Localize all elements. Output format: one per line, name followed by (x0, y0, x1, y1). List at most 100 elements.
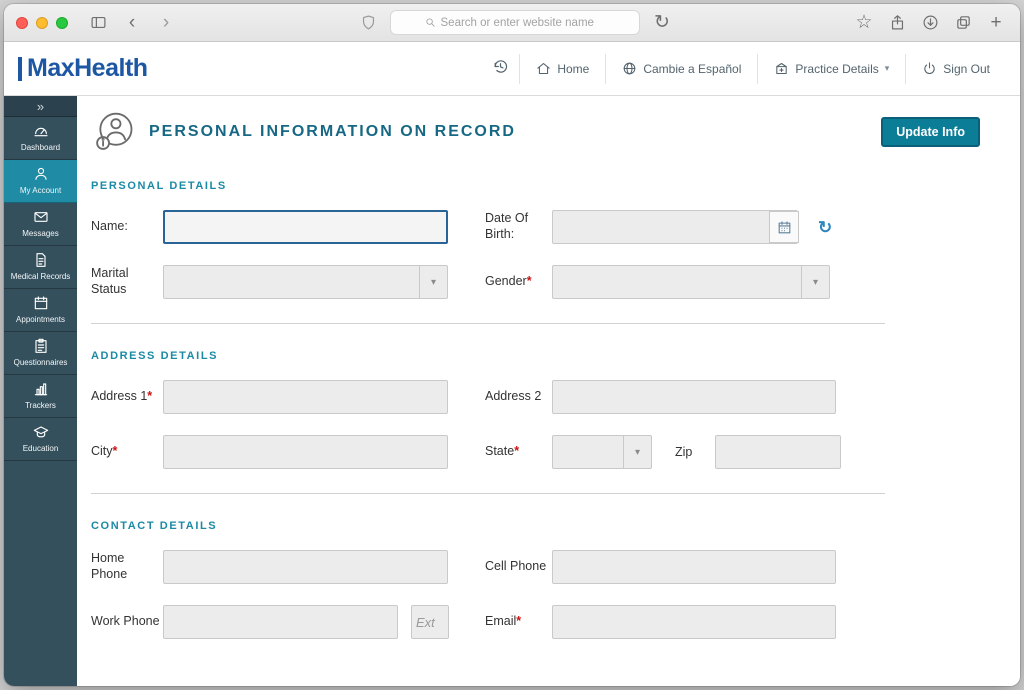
address-bar[interactable] (390, 10, 640, 35)
sidebar-item-medical-records[interactable]: Medical Records (4, 246, 77, 289)
envelope-icon (33, 209, 49, 225)
sidebar-item-messages[interactable]: Messages (4, 203, 77, 246)
chevron-down-icon: ▾ (623, 436, 651, 468)
sidebar-toggle-icon[interactable] (86, 11, 110, 35)
page-title: PERSONAL INFORMATION ON RECORD (149, 123, 516, 141)
gauge-icon (33, 123, 49, 139)
person-icon (33, 166, 49, 182)
practice-icon (774, 61, 789, 76)
share-icon[interactable] (885, 11, 909, 35)
sidebar: » Dashboard My Account Messages Medical … (4, 96, 77, 686)
marital-status-label: Marital Status (91, 266, 163, 297)
update-info-button[interactable]: Update Info (881, 117, 980, 147)
forward-button[interactable]: › (154, 11, 178, 35)
document-icon (33, 252, 49, 268)
state-label: State* (485, 444, 552, 460)
nav-sign-out[interactable]: Sign Out (906, 52, 1006, 86)
sidebar-item-questionnaires[interactable]: Questionnaires (4, 332, 77, 375)
sidebar-item-my-account[interactable]: My Account (4, 160, 77, 203)
chevron-down-icon: ▾ (801, 266, 829, 298)
calendar-picker-button[interactable] (769, 211, 799, 243)
work-phone-input[interactable] (163, 605, 398, 639)
minimize-window-button[interactable] (36, 17, 48, 29)
main-content: PERSONAL INFORMATION ON RECORD Update In… (77, 96, 1020, 686)
calendar-icon (33, 295, 49, 311)
cell-phone-label: Cell Phone (485, 559, 552, 575)
home-phone-input[interactable] (163, 550, 448, 584)
sidebar-item-education[interactable]: Education (4, 418, 77, 461)
required-asterisk: * (527, 274, 532, 288)
history-icon[interactable] (482, 58, 519, 80)
required-asterisk: * (147, 389, 152, 403)
required-asterisk: * (113, 444, 118, 458)
sidebar-item-dashboard[interactable]: Dashboard (4, 117, 77, 160)
nav-practice-details[interactable]: Practice Details ▾ (758, 52, 905, 86)
back-button[interactable]: ‹ (120, 11, 144, 35)
section-title-contact: CONTACT DETAILS (91, 520, 1020, 532)
search-input[interactable] (441, 17, 606, 29)
browser-toolbar: ‹ › ↻ ☆ + (4, 4, 1020, 42)
state-select[interactable]: ▾ (552, 435, 652, 469)
search-icon (425, 17, 436, 28)
logo-text: MaxHealth (27, 54, 148, 83)
name-input[interactable] (163, 210, 448, 244)
section-title-personal: PERSONAL DETAILS (91, 180, 1020, 192)
address1-label: Address 1* (91, 389, 163, 405)
home-phone-label: Home Phone (91, 551, 163, 582)
gender-label: Gender* (485, 274, 552, 290)
browser-window: ‹ › ↻ ☆ + MaxHealth (4, 4, 1020, 686)
work-phone-ext-input[interactable] (411, 605, 449, 639)
site-header: MaxHealth Home Cambie a Español Practice… (4, 42, 1020, 96)
work-phone-label: Work Phone (91, 614, 163, 630)
section-divider (91, 493, 885, 494)
sidebar-item-appointments[interactable]: Appointments (4, 289, 77, 332)
sidebar-item-trackers[interactable]: Trackers (4, 375, 77, 418)
header-nav: Home Cambie a Español Practice Details ▾… (482, 42, 1006, 95)
bar-chart-icon (33, 381, 49, 397)
new-tab-icon[interactable]: + (984, 11, 1008, 35)
gender-select[interactable]: ▾ (552, 265, 830, 299)
logo-bar (18, 57, 22, 81)
name-label: Name: (91, 219, 163, 235)
form-row: Home Phone Cell Phone (91, 550, 1020, 584)
tab-overview-icon[interactable] (951, 11, 975, 35)
privacy-shield-icon[interactable] (356, 11, 380, 35)
address1-input[interactable] (163, 380, 448, 414)
chevron-down-icon: ▾ (885, 63, 890, 74)
address2-input[interactable] (552, 380, 836, 414)
reload-icon[interactable]: ↻ (650, 11, 674, 35)
power-icon (922, 61, 937, 76)
home-icon (536, 61, 551, 76)
window-controls (16, 17, 68, 29)
required-asterisk: * (514, 444, 519, 458)
form-row: Name: Date Of Birth: ↻ (91, 210, 1020, 244)
required-asterisk: * (516, 614, 521, 628)
dob-refresh-help-icon[interactable]: ↻ (818, 219, 832, 236)
chevron-down-icon: ▾ (419, 266, 447, 298)
sidebar-collapse-button[interactable]: » (4, 96, 77, 117)
city-input[interactable] (163, 435, 448, 469)
cell-phone-input[interactable] (552, 550, 836, 584)
marital-status-select[interactable]: ▾ (163, 265, 448, 299)
nav-home[interactable]: Home (520, 52, 605, 86)
section-divider (91, 323, 885, 324)
city-label: City* (91, 444, 163, 460)
clipboard-list-icon (33, 338, 49, 354)
person-info-icon (93, 110, 137, 154)
email-input[interactable] (552, 605, 836, 639)
zoom-window-button[interactable] (56, 17, 68, 29)
address2-label: Address 2 (485, 389, 552, 405)
close-window-button[interactable] (16, 17, 28, 29)
nav-language[interactable]: Cambie a Español (606, 52, 757, 86)
globe-icon (622, 61, 637, 76)
form-row: Marital Status ▾ Gender* ▾ (91, 265, 1020, 299)
maxhealth-logo[interactable]: MaxHealth (18, 54, 148, 83)
email-label: Email* (485, 614, 552, 630)
bookmark-star-icon[interactable]: ☆ (852, 11, 876, 35)
form-row: Work Phone Email* (91, 605, 1020, 639)
dob-input[interactable] (552, 210, 798, 244)
zip-label: Zip (675, 445, 715, 459)
form-row: City* State* ▾ Zip (91, 435, 1020, 469)
zip-input[interactable] (715, 435, 841, 469)
downloads-icon[interactable] (918, 11, 942, 35)
